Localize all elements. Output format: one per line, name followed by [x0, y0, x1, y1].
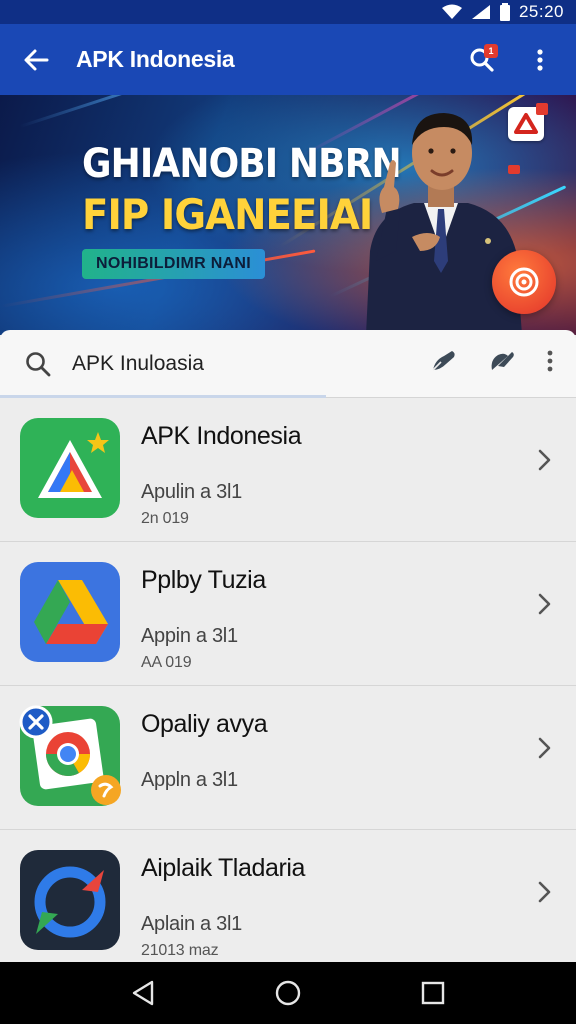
search-icon	[26, 351, 51, 376]
search-input[interactable]	[72, 351, 372, 376]
app-meta: 2n 019	[141, 510, 189, 527]
app-subtitle: Appln a 3l1	[141, 769, 238, 791]
list-item[interactable]: Aiplaik Tladaria Aplain a 3l1 21013 maz	[0, 830, 576, 974]
live-button[interactable]	[492, 250, 556, 314]
arrow-left-icon	[24, 49, 49, 70]
app-subtitle: Apulin a 3l1	[141, 481, 242, 503]
app-meta: 21013 maz	[141, 942, 219, 959]
app-list: APK Indonesia Apulin a 3l1 2n 019 Pplby …	[0, 398, 576, 962]
notification-badge: 1	[484, 43, 498, 58]
live-icon	[509, 267, 539, 297]
banner-headline: GHIANOBI NBRN	[82, 141, 402, 187]
nav-recents-button[interactable]	[403, 968, 463, 1018]
navigation-bar	[0, 962, 576, 1024]
triangle-back-icon	[132, 980, 153, 1006]
app-icon-drive	[20, 562, 120, 662]
search-notification-button[interactable]: 1	[460, 38, 504, 82]
signal-icon	[471, 5, 490, 19]
list-item[interactable]: Opaliy avya Appln a 3l1	[0, 686, 576, 830]
app-title: Opaliy avya	[141, 710, 268, 738]
compose-button[interactable]	[488, 348, 516, 379]
status-bar: 25:20	[0, 0, 576, 24]
list-item[interactable]: APK Indonesia Apulin a 3l1 2n 019	[0, 398, 576, 542]
chevron-right-icon	[538, 737, 551, 759]
app-subtitle: Appin a 3l1	[141, 625, 238, 647]
app-bar: APK Indonesia 1	[0, 24, 576, 95]
brand-chip	[508, 165, 520, 174]
edit-circle-icon	[491, 352, 514, 370]
nav-home-button[interactable]	[258, 968, 318, 1018]
more-vert-icon	[537, 48, 543, 71]
overflow-menu-button[interactable]	[518, 38, 562, 82]
edit-button[interactable]	[430, 348, 458, 379]
brand-badge	[508, 103, 548, 141]
back-button[interactable]	[4, 24, 68, 95]
logo-a-icon	[514, 113, 538, 134]
list-item[interactable]: Pplby Tuzia Appin a 3l1 AA 019	[0, 542, 576, 686]
banner-subheadline: FIP IGANEEIAI	[82, 190, 373, 239]
chevron-right-icon	[538, 449, 551, 471]
app-icon-compass	[20, 850, 120, 950]
chevron-right-icon	[538, 593, 551, 615]
pen-icon	[432, 351, 455, 371]
app-title: APK Indonesia	[141, 422, 302, 450]
app-title: Pplby Tuzia	[141, 566, 266, 594]
search-more-button[interactable]	[546, 349, 554, 378]
more-vert-icon	[547, 350, 553, 372]
promo-banner[interactable]: GHIANOBI NBRN FIP IGANEEIAI NOHIBILDIMR …	[0, 95, 576, 335]
wifi-icon	[441, 4, 462, 19]
app-meta: AA 019	[141, 654, 192, 671]
app-icon-triangle	[20, 418, 120, 518]
battery-icon	[499, 3, 510, 21]
chevron-right-icon	[538, 881, 551, 903]
app-subtitle: Aplain a 3l1	[141, 913, 242, 935]
circle-home-icon	[275, 980, 301, 1006]
nav-back-button[interactable]	[113, 968, 173, 1018]
app-title: Aiplaik Tladaria	[141, 854, 306, 882]
banner-pill: NOHIBILDIMR NANI	[82, 249, 266, 279]
status-time: 25:20	[518, 2, 564, 21]
square-recents-icon	[422, 981, 445, 1005]
search-bar	[0, 330, 576, 398]
app-icon-chrome	[19, 705, 121, 806]
app-title: APK Indonesia	[76, 46, 235, 72]
